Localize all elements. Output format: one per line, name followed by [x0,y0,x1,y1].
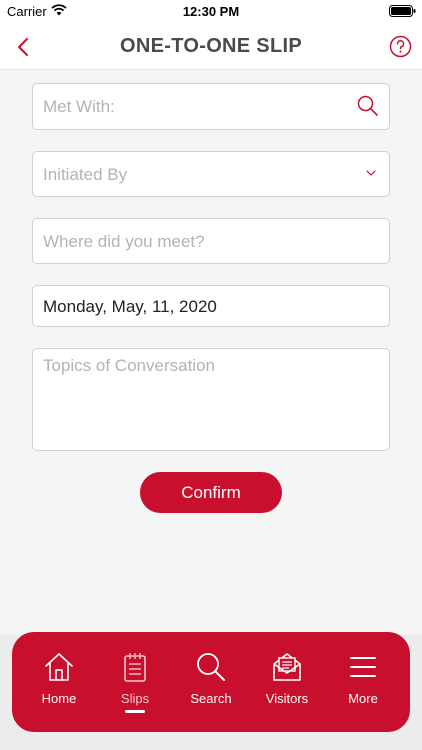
tab-more[interactable]: More [327,632,399,732]
date-field[interactable]: Monday, May, 11, 2020 [32,285,390,327]
menu-icon [350,657,376,677]
tab-bar: Home Slips Search Visitors More [12,632,410,732]
where-met-field[interactable] [32,218,390,264]
tab-search[interactable]: Search [175,632,247,732]
confirm-button[interactable]: Confirm [140,472,282,513]
tab-visitors-label: Visitors [265,691,309,706]
met-with-input[interactable] [43,97,343,117]
initiated-by-placeholder: Initiated By [43,165,128,184]
question-circle-icon[interactable] [389,35,412,58]
topics-textarea[interactable] [43,356,379,444]
initiated-by-select[interactable]: Initiated By [32,151,390,197]
met-with-field[interactable] [32,83,390,130]
page-title: ONE-TO-ONE SLIP [120,35,302,57]
tab-slips[interactable]: Slips [99,632,171,732]
tab-search-label: Search [190,691,232,706]
nav-bar: ONE-TO-ONE SLIP [0,24,422,70]
where-met-input[interactable] [43,232,373,252]
visitors-icon [273,653,301,681]
search-icon [197,653,225,681]
tab-home-label: Home [41,691,77,706]
search-icon[interactable] [356,94,380,118]
slips-icon [124,653,146,682]
date-value: Monday, May, 11, 2020 [43,297,217,316]
status-time: 12:30 PM [182,4,240,19]
home-icon [45,653,73,681]
tab-more-label: More [348,691,378,706]
tab-slips-label: Slips [120,691,150,706]
active-tab-indicator [125,710,145,713]
tab-home[interactable]: Home [23,632,95,732]
chevron-down-icon [366,170,376,176]
status-bar: Carrier 12:30 PM [0,0,422,24]
tab-visitors[interactable]: Visitors [251,632,323,732]
battery-icon [389,5,416,17]
topics-field[interactable] [32,348,390,451]
